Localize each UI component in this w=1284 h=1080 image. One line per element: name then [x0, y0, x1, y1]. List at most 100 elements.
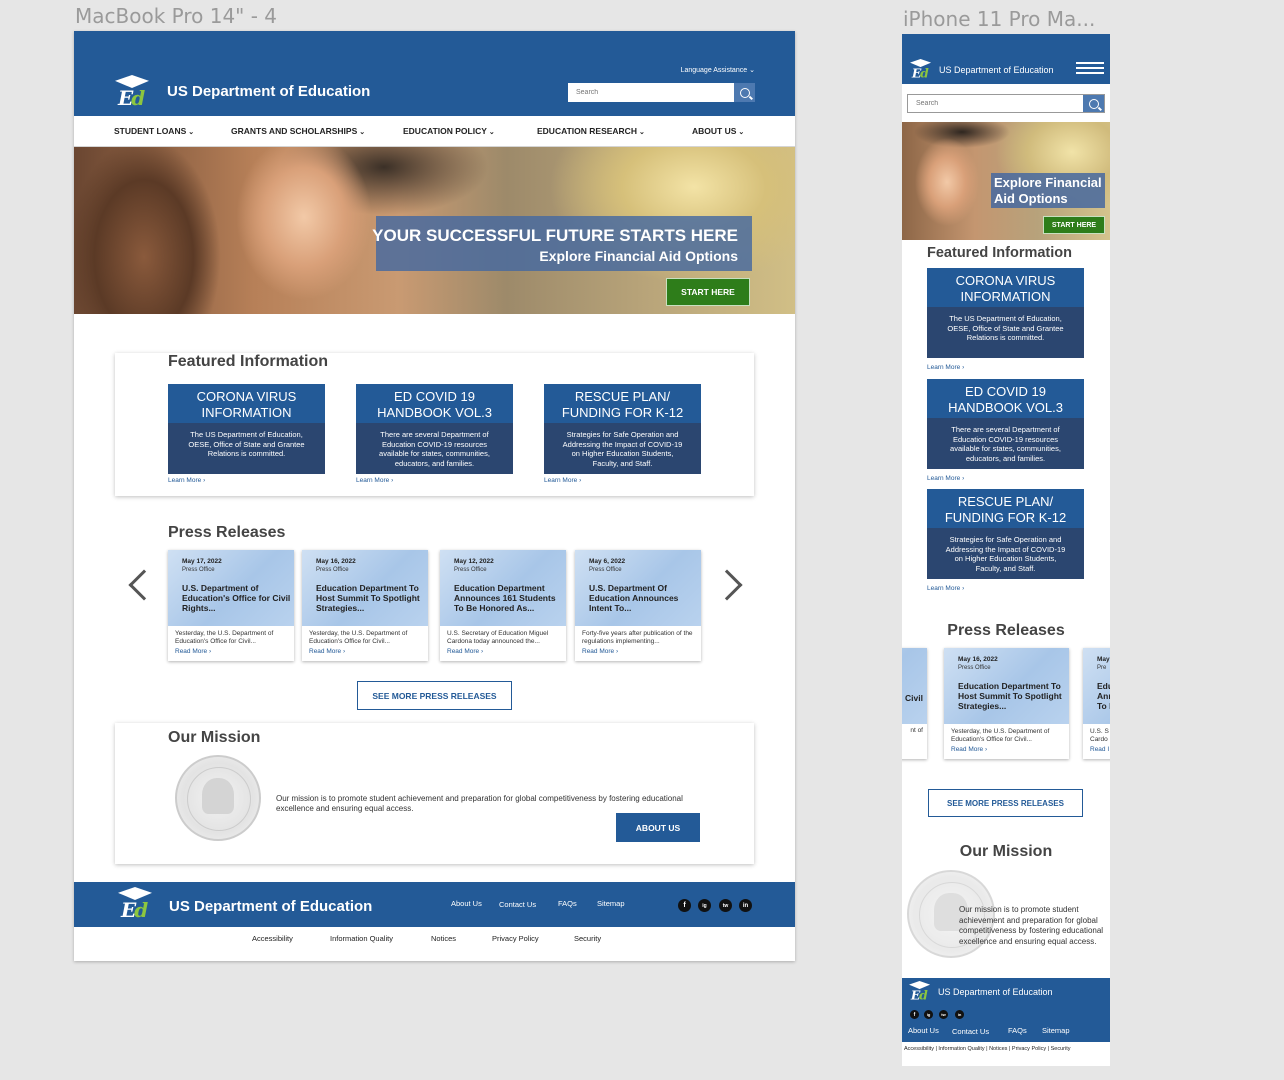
privacy-policy-link[interactable]: Privacy Policy	[492, 934, 539, 943]
nav-student-loans[interactable]: STUDENT LOANS ⌄	[114, 126, 194, 136]
mobile-featured-card[interactable]: CORONA VIRUS INFORMATION The US Departmen…	[927, 268, 1084, 358]
read-more-link[interactable]: Read More ›	[175, 648, 211, 655]
featured-card-body: The US Department of Education, OESE, Of…	[188, 430, 305, 458]
facebook-icon[interactable]: f	[910, 1010, 919, 1019]
language-assistance-link[interactable]: Language Assistance ⌄	[681, 66, 755, 74]
press-date: May 17, 2022	[182, 558, 222, 565]
mobile-search-input[interactable]	[908, 95, 1082, 112]
chevron-right-icon: ›	[208, 648, 212, 655]
press-card[interactable]: May 12, 2022 Press Office Education Depa…	[440, 550, 566, 661]
see-more-press-button[interactable]: SEE MORE PRESS RELEASES	[357, 681, 512, 710]
footer-title[interactable]: US Department of Education	[169, 898, 372, 915]
read-more-link[interactable]: Read I	[1090, 746, 1109, 753]
linkedin-icon[interactable]: in	[955, 1010, 964, 1019]
notices-link[interactable]: Notices	[431, 934, 456, 943]
mobile-featured-title: Featured Information	[927, 245, 1073, 261]
ed-logo-icon[interactable]: Ed	[118, 887, 152, 923]
press-card-partial[interactable]: Civil nt of	[902, 648, 927, 759]
press-card-partial[interactable]: May Pre EduAnnTo B U.S. SCardo Read I	[1083, 648, 1110, 759]
footer-link-about[interactable]: About Us	[908, 1026, 939, 1035]
learn-more-link[interactable]: Learn More ›	[927, 585, 964, 592]
instagram-icon[interactable]: ig	[924, 1010, 933, 1019]
mobile-sub-footer-links[interactable]: Accessibility | Information Quality | No…	[904, 1046, 1110, 1052]
chevron-right-icon: ›	[984, 746, 988, 753]
press-headline: Education Department To Host Summit To S…	[958, 681, 1062, 711]
site-title[interactable]: US Department of Education	[167, 83, 370, 100]
press-office: Press Office	[589, 567, 622, 573]
carousel-prev-icon[interactable]	[128, 569, 160, 601]
press-headline: Education Department Announces 161 Stude…	[454, 583, 556, 613]
learn-more-link[interactable]: Learn More ›	[927, 475, 964, 482]
learn-more-link[interactable]: Learn More ›	[927, 364, 964, 371]
read-more-link[interactable]: Read More ›	[951, 746, 987, 753]
nav-education-policy[interactable]: EDUCATION POLICY ⌄	[403, 126, 495, 136]
ed-logo-icon[interactable]: Ed	[115, 75, 149, 111]
featured-card-title: CORONA VIRUS INFORMATION	[196, 389, 297, 420]
search-input[interactable]	[568, 83, 733, 102]
mobile-footer-title[interactable]: US Department of Education	[938, 987, 1053, 997]
twitter-icon[interactable]: tw	[939, 1010, 948, 1019]
featured-card[interactable]: RESCUE PLAN/FUNDING FOR K-12 Strategies …	[544, 384, 701, 474]
learn-more-link[interactable]: Learn More ›	[168, 477, 205, 484]
footer-link-about[interactable]: About Us	[451, 899, 482, 908]
chevron-right-icon: ›	[480, 648, 484, 655]
footer-link-contact[interactable]: Contact Us	[499, 900, 536, 909]
footer-link-faqs[interactable]: FAQs	[1008, 1026, 1027, 1035]
read-more-link[interactable]: Read More ›	[582, 648, 618, 655]
learn-more-link[interactable]: Learn More ›	[544, 477, 581, 484]
chevron-right-icon: ›	[391, 477, 394, 484]
press-card[interactable]: May 16, 2022 Press Office Education Depa…	[944, 648, 1069, 759]
press-card[interactable]: May 6, 2022 Press Office U.S. Department…	[575, 550, 701, 661]
information-quality-link[interactable]: Information Quality	[330, 934, 393, 943]
footer-link-faqs[interactable]: FAQs	[558, 899, 577, 908]
accessibility-link[interactable]: Accessibility	[252, 934, 293, 943]
press-office: Press Office	[958, 665, 991, 671]
mobile-search-button[interactable]	[1082, 95, 1104, 112]
featured-card[interactable]: ED COVID 19 HANDBOOK VOL.3 There are seve…	[356, 384, 513, 474]
security-link[interactable]: Security	[574, 934, 601, 943]
hero-text-box: YOUR SUCCESSFUL FUTURE STARTS HERE Explo…	[372, 216, 752, 271]
search-icon	[1088, 98, 1099, 109]
about-us-button[interactable]: ABOUT US	[616, 813, 700, 842]
ed-logo-icon[interactable]: Ed	[910, 59, 932, 81]
facebook-icon[interactable]: f	[678, 899, 691, 912]
footer-link-sitemap[interactable]: Sitemap	[1042, 1026, 1070, 1035]
twitter-icon[interactable]: tw	[719, 899, 732, 912]
footer-link-sitemap[interactable]: Sitemap	[597, 899, 625, 908]
press-date: May	[1097, 656, 1110, 663]
press-date: May 16, 2022	[316, 558, 356, 565]
press-description: nt of	[910, 727, 923, 734]
press-card[interactable]: May 17, 2022 Press Office U.S. Departmen…	[168, 550, 294, 661]
featured-card-title: ED COVID 19 HANDBOOK VOL.3	[948, 384, 1063, 415]
read-more-link[interactable]: Read More ›	[309, 648, 345, 655]
mobile-start-here-button[interactable]: START HERE	[1043, 216, 1105, 234]
instagram-icon[interactable]: ig	[698, 899, 711, 912]
press-card[interactable]: May 16, 2022 Press Office Education Depa…	[302, 550, 428, 661]
carousel-next-icon[interactable]	[711, 569, 743, 601]
read-more-link[interactable]: Read More ›	[447, 648, 483, 655]
mobile-featured-card[interactable]: RESCUE PLAN/FUNDING FOR K-12 Strategies …	[927, 489, 1084, 579]
featured-card[interactable]: CORONA VIRUS INFORMATION The US Departmen…	[168, 384, 325, 474]
linkedin-icon[interactable]: in	[739, 899, 752, 912]
nav-about-us[interactable]: ABOUT US ⌄	[692, 126, 744, 136]
learn-more-link[interactable]: Learn More ›	[356, 477, 393, 484]
ed-logo-icon[interactable]: Ed	[909, 981, 931, 1003]
mobile-site-title[interactable]: US Department of Education	[939, 65, 1054, 75]
mobile-see-more-press-button[interactable]: SEE MORE PRESS RELEASES	[928, 789, 1083, 817]
mobile-hero-text: Explore Financial Aid Options	[991, 173, 1105, 208]
chevron-right-icon: ›	[962, 475, 965, 482]
footer-link-contact[interactable]: Contact Us	[952, 1027, 989, 1036]
mobile-artboard-title: iPhone 11 Pro Ma...	[903, 7, 1096, 31]
mobile-press-title: Press Releases	[947, 622, 1065, 639]
nav-grants-scholarships[interactable]: GRANTS AND SCHOLARSHIPS ⌄	[231, 126, 365, 136]
chevron-down-icon: ⌄	[638, 129, 645, 136]
start-here-button[interactable]: START HERE	[666, 278, 750, 306]
search-button[interactable]	[733, 83, 755, 102]
mobile-featured-card[interactable]: ED COVID 19 HANDBOOK VOL.3 There are seve…	[927, 379, 1084, 469]
nav-education-research[interactable]: EDUCATION RESEARCH ⌄	[537, 126, 645, 136]
mobile-header: Ed US Department of Education	[902, 34, 1110, 84]
featured-card-title: ED COVID 19 HANDBOOK VOL.3	[377, 389, 492, 420]
hamburger-menu-icon[interactable]	[1076, 62, 1104, 74]
chevron-right-icon: ›	[962, 364, 965, 371]
department-seal-icon	[175, 755, 261, 841]
